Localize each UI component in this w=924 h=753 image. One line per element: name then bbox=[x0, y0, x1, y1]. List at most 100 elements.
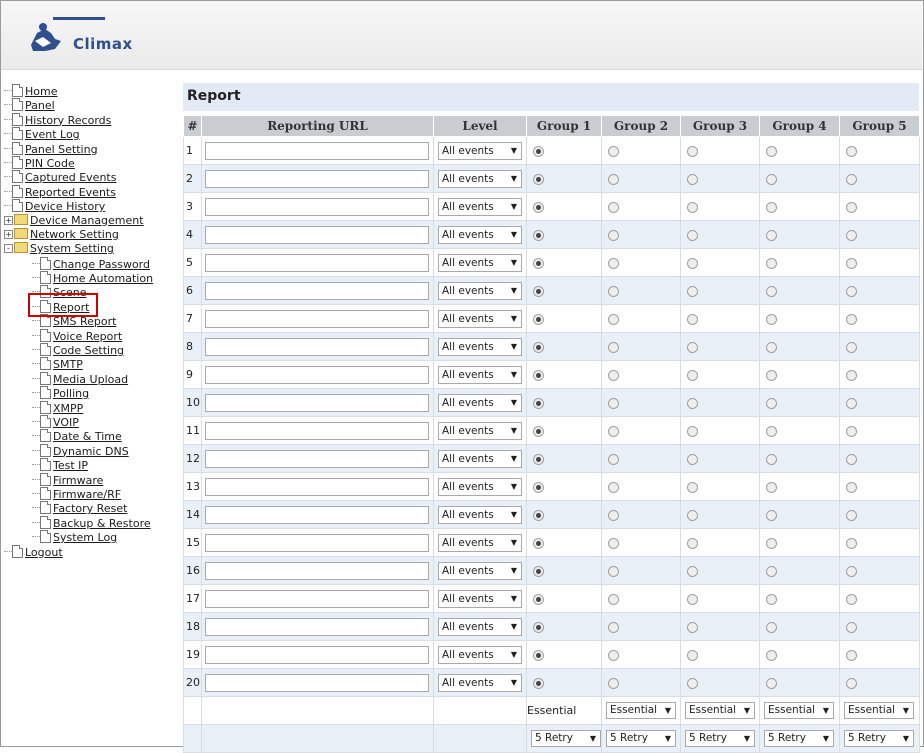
group-1-radio[interactable] bbox=[533, 313, 544, 325]
sidebar-item[interactable]: Dynamic DNS bbox=[4, 443, 180, 458]
sidebar-link[interactable]: PIN Code bbox=[25, 157, 75, 170]
reporting-url-input[interactable] bbox=[205, 617, 429, 636]
group-4-radio[interactable] bbox=[766, 313, 777, 325]
group-5-radio[interactable] bbox=[846, 285, 857, 297]
reporting-url-input[interactable] bbox=[205, 477, 429, 496]
reporting-url-input[interactable] bbox=[205, 533, 429, 552]
level-select[interactable]: All events ▼ bbox=[438, 673, 522, 692]
group-3-radio[interactable] bbox=[687, 425, 698, 437]
group-5-radio[interactable] bbox=[846, 425, 857, 437]
reporting-url-input[interactable] bbox=[205, 141, 429, 160]
group-4-radio[interactable] bbox=[766, 621, 777, 633]
group-1-radio[interactable] bbox=[533, 509, 544, 521]
group-2-radio[interactable] bbox=[608, 341, 619, 353]
group-2-radio[interactable] bbox=[608, 173, 619, 185]
group-5-radio[interactable] bbox=[846, 369, 857, 381]
level-select[interactable]: All events ▼ bbox=[438, 169, 522, 188]
group-3-radio[interactable] bbox=[687, 649, 698, 661]
group-2-radio[interactable] bbox=[608, 201, 619, 213]
sidebar-link[interactable]: System Setting bbox=[30, 242, 114, 255]
sidebar-link[interactable]: Media Upload bbox=[53, 373, 128, 386]
group-3-radio[interactable] bbox=[687, 593, 698, 605]
group-4-radio[interactable] bbox=[766, 145, 777, 157]
group-4-radio[interactable] bbox=[766, 285, 777, 297]
level-select[interactable]: All events ▼ bbox=[438, 225, 522, 244]
level-select[interactable]: All events ▼ bbox=[438, 197, 522, 216]
group-2-radio[interactable] bbox=[608, 397, 619, 409]
group-3-radio[interactable] bbox=[687, 173, 698, 185]
group-4-radio[interactable] bbox=[766, 397, 777, 409]
group-1-radio[interactable] bbox=[533, 341, 544, 353]
reporting-url-input[interactable] bbox=[205, 589, 429, 608]
group-2-radio[interactable] bbox=[608, 369, 619, 381]
group-2-radio[interactable] bbox=[608, 593, 619, 605]
group-3-radio[interactable] bbox=[687, 201, 698, 213]
group-4-radio[interactable] bbox=[766, 677, 777, 689]
group-2-radio[interactable] bbox=[608, 509, 619, 521]
reporting-url-input[interactable] bbox=[205, 197, 429, 216]
sidebar-link[interactable]: Device History bbox=[25, 200, 105, 213]
group-3-radio[interactable] bbox=[687, 285, 698, 297]
group-2-radio[interactable] bbox=[608, 145, 619, 157]
group-3-radio[interactable] bbox=[687, 341, 698, 353]
sidebar-item[interactable]: Polling bbox=[4, 386, 180, 400]
group-1-radio[interactable] bbox=[533, 173, 544, 185]
group-1-radio[interactable] bbox=[533, 285, 544, 297]
group-1-radio[interactable] bbox=[533, 257, 544, 269]
sidebar-item[interactable]: Panel bbox=[4, 98, 180, 112]
group-2-radio[interactable] bbox=[608, 229, 619, 241]
level-select[interactable]: All events ▼ bbox=[438, 477, 522, 496]
group-3-radio[interactable] bbox=[687, 369, 698, 381]
group-2-radio[interactable] bbox=[608, 481, 619, 493]
reporting-url-input[interactable] bbox=[205, 449, 429, 468]
reporting-url-input[interactable] bbox=[205, 169, 429, 188]
sidebar-link[interactable]: VOIP bbox=[53, 416, 79, 429]
reporting-url-input[interactable] bbox=[205, 421, 429, 440]
group-5-radio[interactable] bbox=[846, 145, 857, 157]
group-3-radio[interactable] bbox=[687, 145, 698, 157]
collapse-icon[interactable]: - bbox=[4, 244, 13, 254]
retry-select[interactable]: 5 Retry ▼ bbox=[606, 730, 676, 747]
group-2-radio[interactable] bbox=[608, 677, 619, 689]
group-2-radio[interactable] bbox=[608, 537, 619, 549]
level-select[interactable]: All events ▼ bbox=[438, 393, 522, 412]
sidebar-item[interactable]: Firmware/RF bbox=[4, 486, 180, 501]
group-1-radio[interactable] bbox=[533, 677, 544, 689]
sidebar-item[interactable]: Media Upload bbox=[4, 371, 180, 386]
group-4-radio[interactable] bbox=[766, 537, 777, 549]
sidebar-link[interactable]: Backup & Restore bbox=[53, 517, 151, 530]
reporting-url-input[interactable] bbox=[205, 225, 429, 244]
reporting-url-input[interactable] bbox=[205, 309, 429, 328]
reporting-url-input[interactable] bbox=[205, 393, 429, 412]
sidebar-link[interactable]: Factory Reset bbox=[53, 502, 127, 515]
group-1-radio[interactable] bbox=[533, 481, 544, 493]
sidebar-item[interactable]: - System Setting bbox=[4, 242, 180, 256]
group-2-radio[interactable] bbox=[608, 425, 619, 437]
group-5-radio[interactable] bbox=[846, 397, 857, 409]
sidebar-item[interactable]: Panel Setting bbox=[4, 141, 180, 156]
reporting-url-input[interactable] bbox=[205, 673, 429, 692]
reporting-url-input[interactable] bbox=[205, 505, 429, 524]
sidebar-link[interactable]: System Log bbox=[53, 531, 117, 544]
reporting-url-input[interactable] bbox=[205, 365, 429, 384]
sidebar-link[interactable]: SMS Report bbox=[53, 315, 116, 328]
sidebar-item[interactable]: SMTP bbox=[4, 357, 180, 371]
sidebar-link[interactable]: Network Setting bbox=[30, 228, 119, 241]
level-select[interactable]: All events ▼ bbox=[438, 561, 522, 580]
group-2-radio[interactable] bbox=[608, 565, 619, 577]
group-2-radio[interactable] bbox=[608, 257, 619, 269]
group-3-radio[interactable] bbox=[687, 677, 698, 689]
reporting-url-input[interactable] bbox=[205, 337, 429, 356]
retry-select[interactable]: 5 Retry ▼ bbox=[844, 730, 914, 747]
level-select[interactable]: All events ▼ bbox=[438, 337, 522, 356]
group-4-radio[interactable] bbox=[766, 173, 777, 185]
sidebar-item[interactable]: Logout bbox=[4, 544, 180, 559]
level-select[interactable]: All events ▼ bbox=[438, 617, 522, 636]
expand-icon[interactable]: + bbox=[4, 215, 13, 225]
group-4-radio[interactable] bbox=[766, 369, 777, 381]
sidebar-item[interactable]: PIN Code bbox=[4, 155, 180, 170]
sidebar-item[interactable]: Captured Events bbox=[4, 170, 180, 184]
group-1-radio[interactable] bbox=[533, 201, 544, 213]
sidebar-item[interactable]: Voice Report bbox=[4, 328, 180, 343]
group-5-radio[interactable] bbox=[846, 481, 857, 493]
